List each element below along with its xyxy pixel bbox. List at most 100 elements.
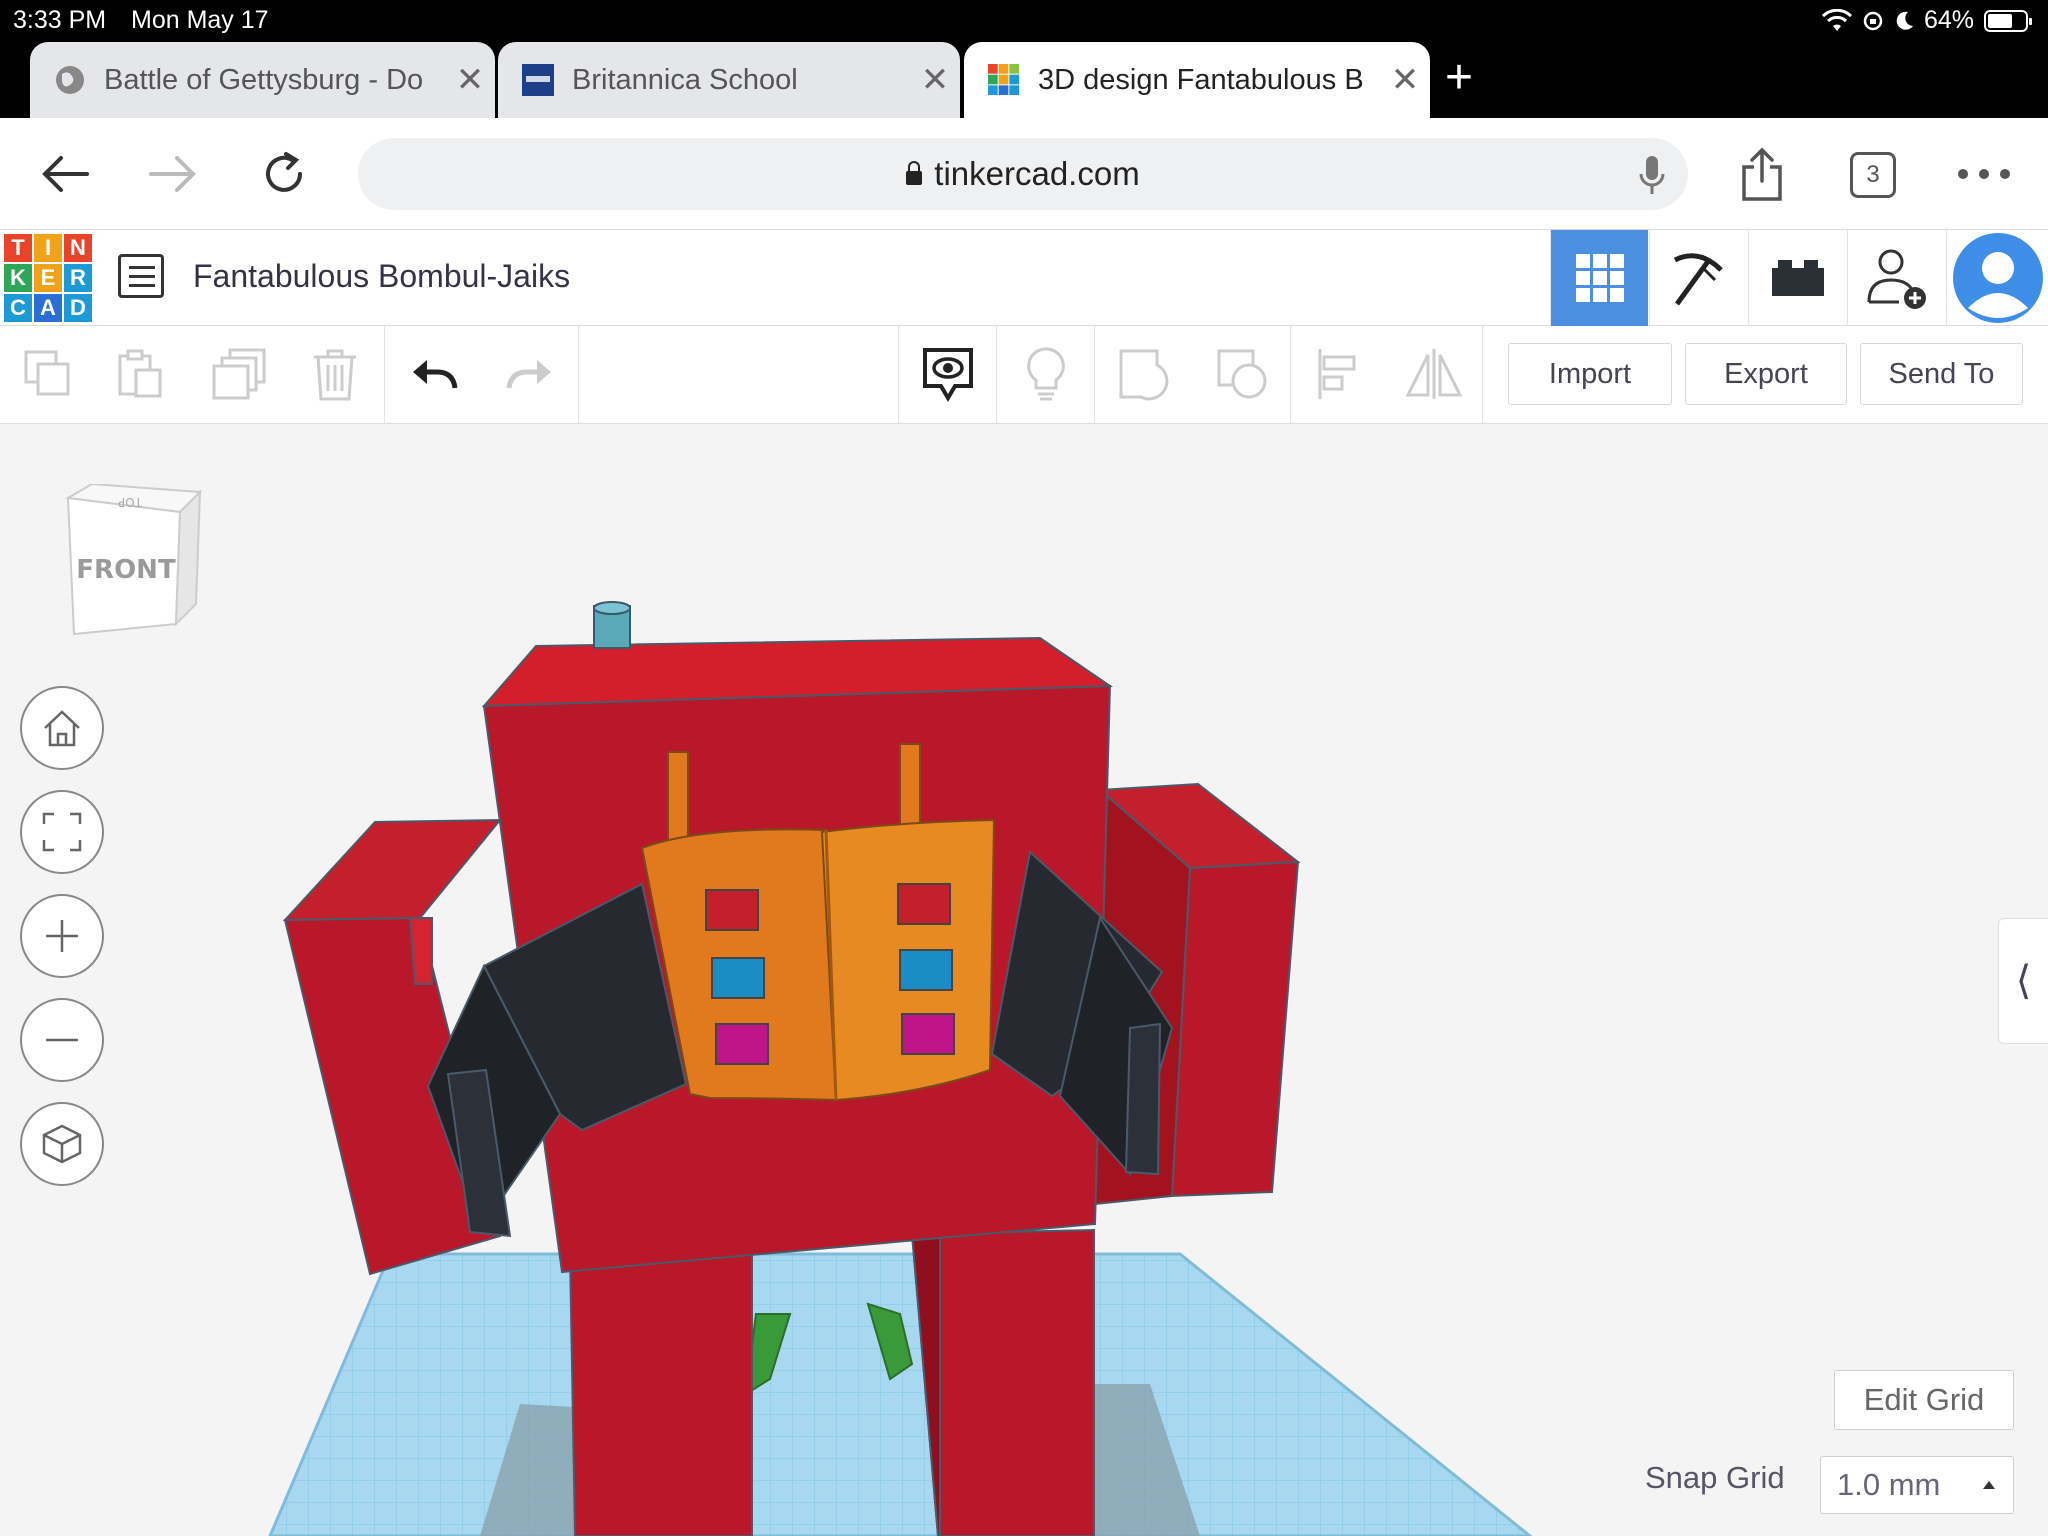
edit-grid-button[interactable]: Edit Grid: [1834, 1370, 2014, 1430]
logo-letter: D: [64, 294, 92, 322]
design-list-icon[interactable]: [118, 254, 164, 298]
logo-letter: K: [4, 264, 32, 292]
orientation-lock-icon: [1863, 11, 1883, 30]
status-time: 3:33 PM: [13, 6, 107, 34]
globe-icon: [56, 66, 84, 94]
address-field[interactable]: tinkercad.com: [358, 138, 1688, 210]
shapes-panel-toggle[interactable]: ⟨: [1998, 918, 2048, 1044]
grid-plane[interactable]: [268, 1252, 1533, 1536]
close-tab-icon[interactable]: ✕: [910, 60, 960, 100]
tab-battle-of-gettysburg[interactable]: Battle of Gettysburg - Do ✕: [30, 42, 495, 118]
ortho-view-button[interactable]: [20, 1102, 104, 1186]
user-avatar-button[interactable]: [1946, 230, 2048, 326]
logo-letter: T: [4, 234, 32, 262]
light-bulb-button[interactable]: [1016, 344, 1076, 404]
zoom-out-button[interactable]: [20, 998, 104, 1082]
view-cube-top-label: TOP: [118, 495, 143, 509]
close-tab-icon[interactable]: ✕: [1380, 60, 1430, 100]
ungroup-icon: [1217, 349, 1267, 399]
moon-icon: [1896, 11, 1913, 30]
send-to-button[interactable]: Send To: [1860, 343, 2023, 405]
logo-letter: E: [34, 264, 62, 292]
view-cube[interactable]: TOP FRONT: [60, 484, 210, 654]
status-icons: 64%: [1821, 6, 2032, 35]
blocks-view-button[interactable]: [1649, 230, 1747, 326]
redo-icon: [506, 360, 551, 389]
reload-button[interactable]: [252, 142, 316, 206]
redo-button[interactable]: [500, 344, 560, 404]
status-date: Mon May 17: [131, 6, 269, 34]
duplicate-button[interactable]: [210, 344, 270, 404]
new-tab-button[interactable]: +: [1445, 54, 1473, 102]
ungroup-button[interactable]: [1212, 344, 1272, 404]
copy-button[interactable]: [18, 344, 78, 404]
logo-letter: N: [64, 234, 92, 262]
logo-letter: A: [34, 294, 62, 322]
snap-grid-label: Snap Grid: [1645, 1460, 1785, 1495]
editor-toolbar: Import Export Send To: [0, 326, 2048, 424]
lightbulb-icon: [1027, 347, 1065, 401]
3d-view-button[interactable]: [1550, 230, 1648, 326]
microphone-icon[interactable]: [1638, 154, 1666, 196]
battery-percent: 64%: [1923, 6, 1974, 34]
tab-britannica-school[interactable]: Britannica School ✕: [498, 42, 960, 118]
browser-nav-bar: tinkercad.com 3: [0, 118, 2048, 230]
grid-icon: [1575, 254, 1624, 302]
pickaxe-icon: [1673, 253, 1723, 306]
align-icon: [1318, 349, 1356, 399]
more-menu-button[interactable]: [1952, 142, 2016, 206]
plus-icon: [46, 920, 78, 952]
trash-icon: [314, 349, 356, 401]
home-icon: [44, 710, 80, 747]
zoom-in-button[interactable]: [20, 894, 104, 978]
lock-icon: [906, 161, 923, 185]
mirror-icon: [1405, 349, 1463, 399]
url-text: tinkercad.com: [934, 155, 1140, 192]
back-arrow-icon: [42, 156, 89, 192]
cube-icon: [42, 1124, 82, 1164]
close-tab-icon[interactable]: ✕: [445, 60, 495, 100]
invite-user-button[interactable]: [1847, 230, 1945, 326]
more-dots-icon: [1958, 169, 2010, 179]
paste-icon: [118, 349, 162, 398]
share-icon: [1742, 147, 1782, 201]
notes-view-button[interactable]: [918, 344, 978, 404]
tab-strip: Battle of Gettysburg - Do ✕ Britannica S…: [0, 40, 2048, 118]
tab-3d-design[interactable]: 3D design Fantabulous B ✕: [964, 42, 1430, 118]
snap-grid-select[interactable]: 1.0 mm: [1820, 1456, 2014, 1514]
paste-button[interactable]: [110, 344, 170, 404]
logo-letter: R: [64, 264, 92, 292]
copy-icon: [24, 350, 70, 396]
caret-up-icon: [1983, 1481, 1995, 1489]
eye-speech-icon: [923, 348, 973, 402]
forward-arrow-icon: [149, 156, 196, 192]
fit-view-button[interactable]: [20, 790, 104, 874]
back-button[interactable]: [32, 142, 96, 206]
share-button[interactable]: [1730, 142, 1794, 206]
britannica-icon: [522, 64, 554, 96]
mirror-button[interactable]: [1404, 344, 1464, 404]
bricks-view-button[interactable]: [1748, 230, 1846, 326]
tab-title: Britannica School: [572, 63, 798, 96]
logo-letter: I: [34, 234, 62, 262]
workplane[interactable]: TOP FRONT ⟨ Edit Grid Snap Grid 1.0 mm: [0, 424, 2048, 1536]
tab-count-button[interactable]: 3: [1850, 152, 1896, 198]
forward-button[interactable]: [142, 142, 206, 206]
home-view-button[interactable]: [20, 686, 104, 770]
tinkercad-logo[interactable]: T I N K E R C A D: [4, 234, 92, 322]
delete-button[interactable]: [305, 344, 365, 404]
tab-title: Battle of Gettysburg - Do: [104, 63, 424, 96]
group-icon: [1119, 349, 1169, 401]
view-cube-front-label: FRONT: [76, 555, 176, 585]
robot-antenna[interactable]: [593, 601, 631, 649]
tinkercad-header: T I N K E R C A D Fantabulous Bombul-Jai…: [0, 230, 2048, 326]
design-title[interactable]: Fantabulous Bombul-Jaiks: [193, 258, 570, 295]
group-button[interactable]: [1114, 344, 1174, 404]
3d-scene[interactable]: [0, 424, 2048, 1536]
align-button[interactable]: [1310, 344, 1370, 404]
import-button[interactable]: Import: [1508, 343, 1672, 405]
undo-button[interactable]: [404, 344, 464, 404]
avatar: [1952, 233, 2043, 323]
export-button[interactable]: Export: [1685, 343, 1847, 405]
fit-icon: [42, 812, 82, 852]
